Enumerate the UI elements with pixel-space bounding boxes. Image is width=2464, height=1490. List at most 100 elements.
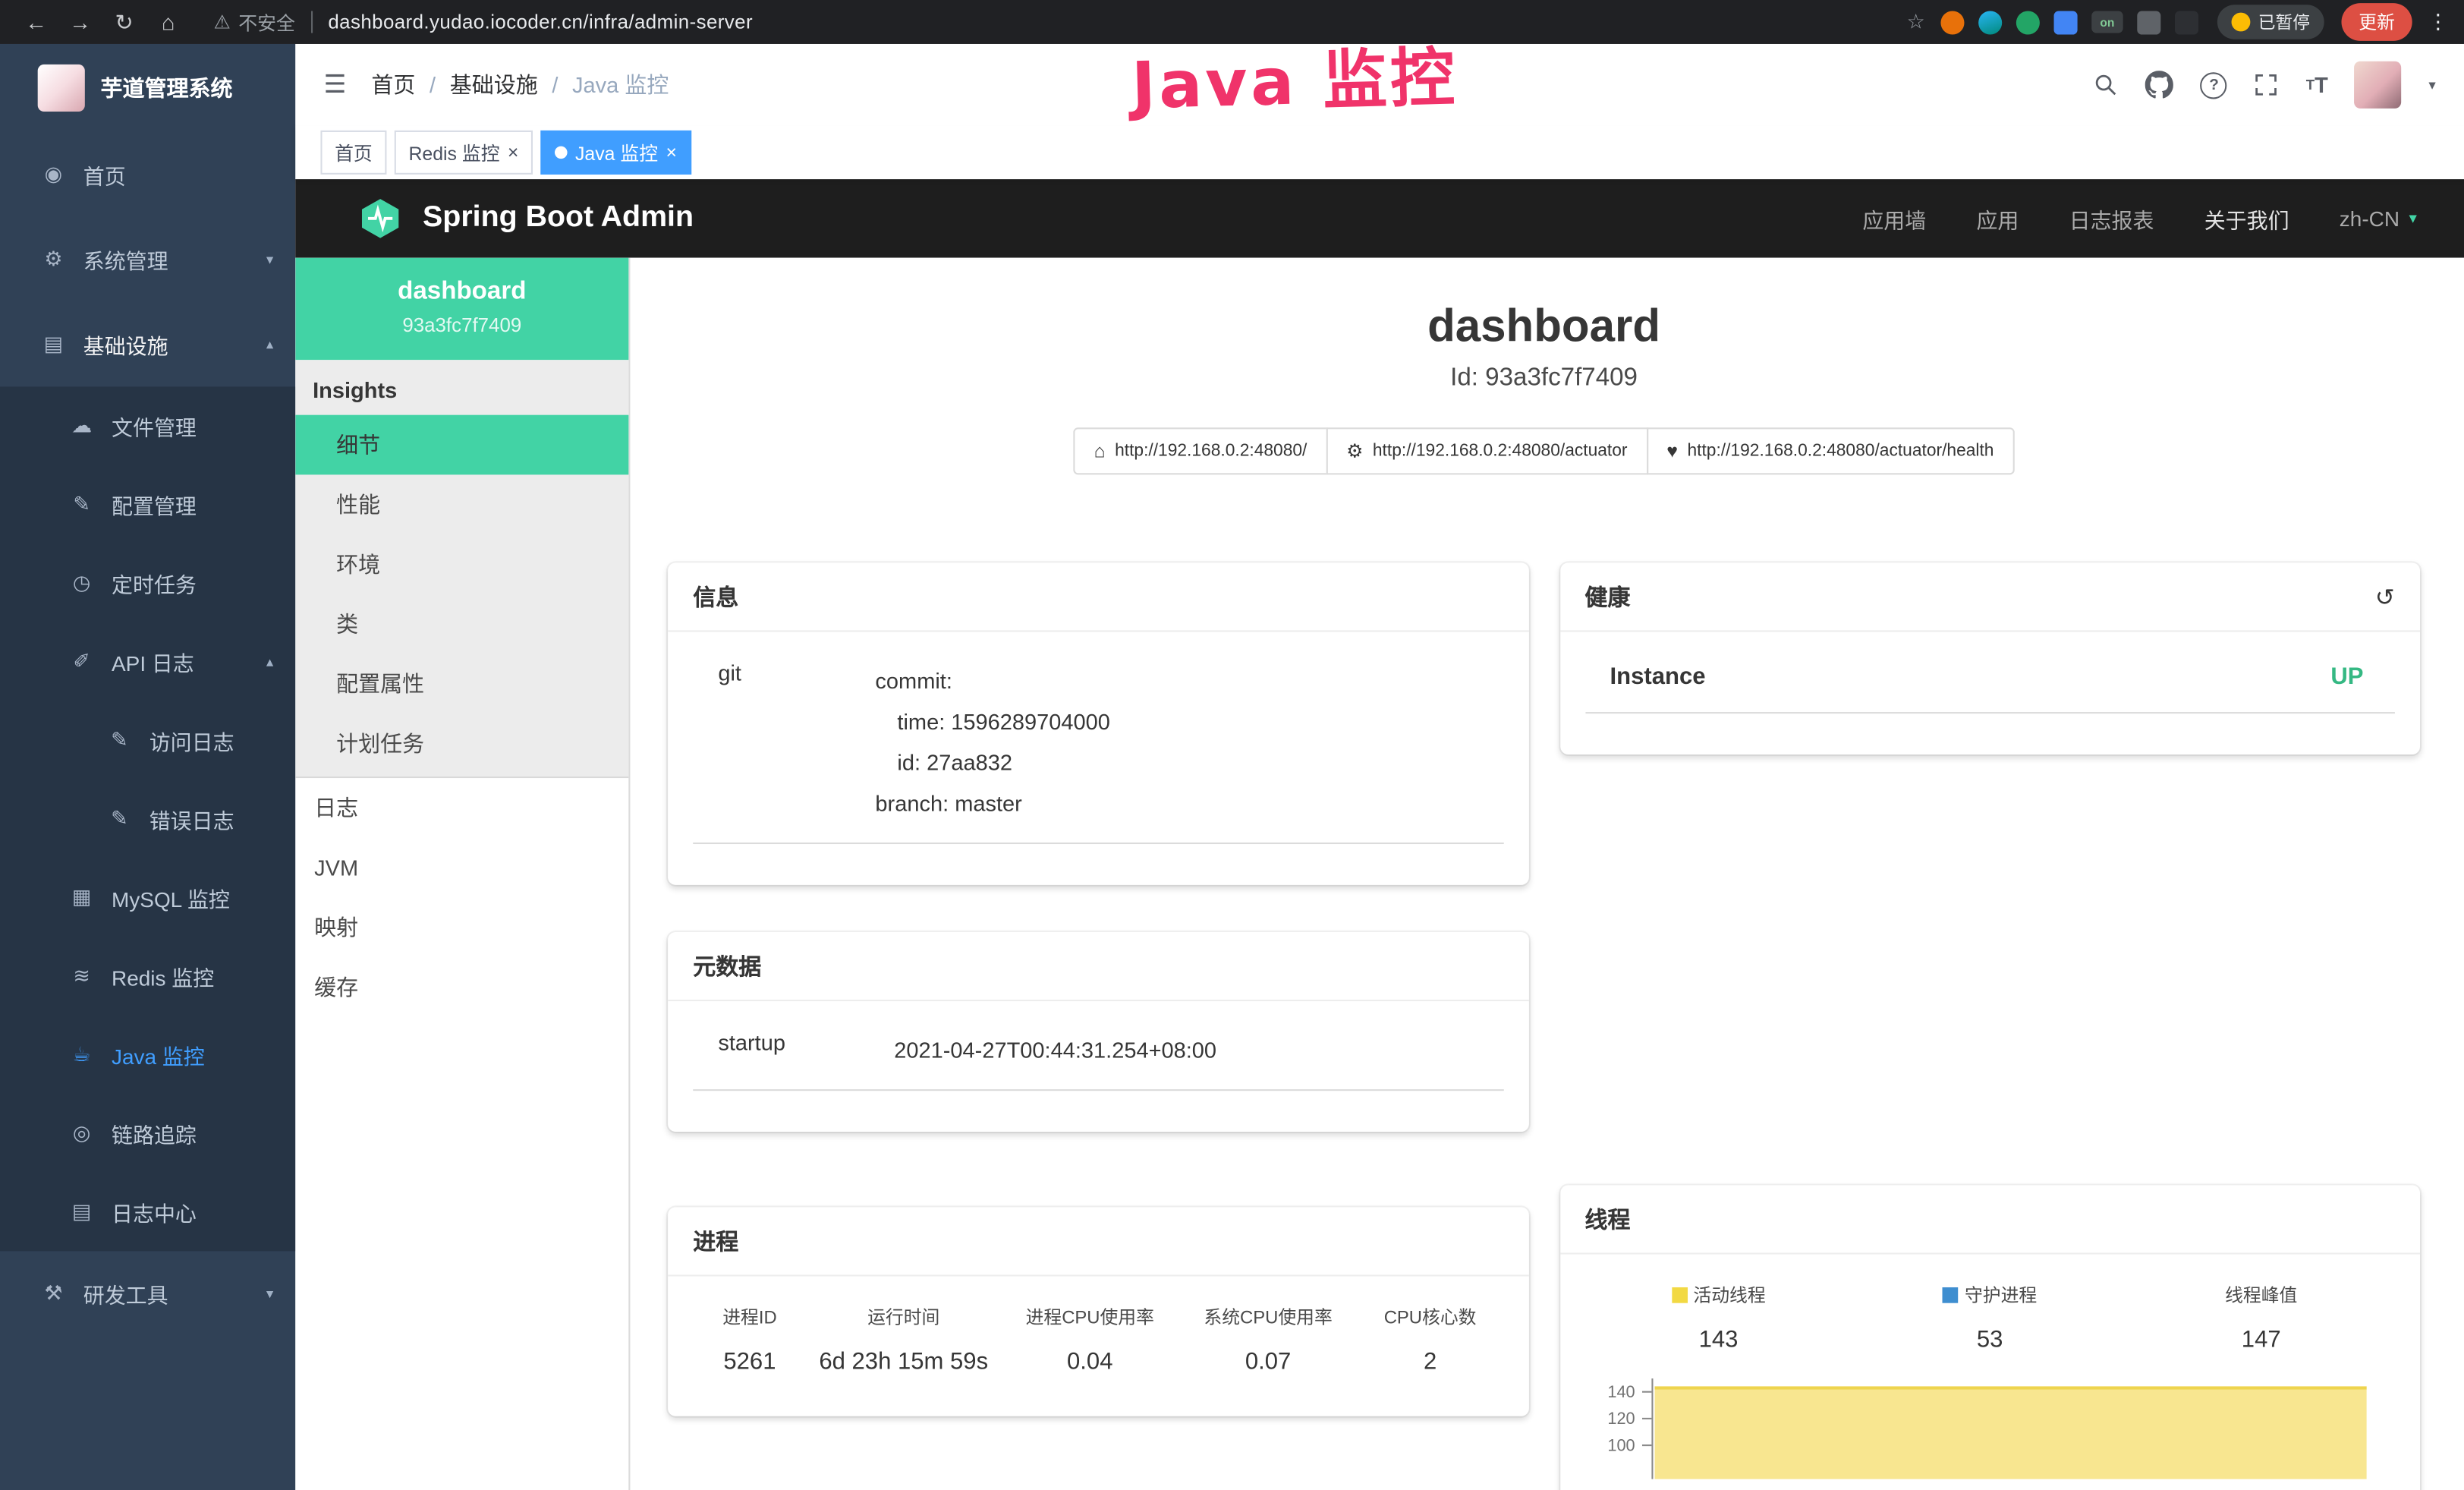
heart-icon: ♥ <box>1666 440 1678 462</box>
redis-icon: ≋ <box>66 963 97 988</box>
sidebar-item-api-log[interactable]: ✐ API 日志 ▴ <box>0 622 295 701</box>
extension-icon[interactable] <box>2054 10 2078 33</box>
instance-actuator-link[interactable]: ⚙ http://192.168.0.2:48080/actuator <box>1326 427 1647 474</box>
legend-peak-threads: 线程峰值 <box>2128 1283 2395 1308</box>
chevron-down-icon: ▾ <box>266 1285 273 1303</box>
github-icon[interactable] <box>2145 71 2173 99</box>
user-avatar[interactable] <box>2355 61 2402 109</box>
menu-label: 定时任务 <box>112 568 197 599</box>
tags-view-bar: 首页 Redis 监控 × Java 监控 × <box>295 126 2464 179</box>
browser-menu-kebab-icon[interactable]: ⋮ <box>2428 9 2448 34</box>
extension-icon[interactable] <box>1940 10 1964 33</box>
sidebar-item-error-log[interactable]: ✎ 错误日志 <box>0 780 295 858</box>
extension-icon[interactable] <box>2016 10 2040 33</box>
sba-menu-jvm[interactable]: JVM <box>295 838 628 898</box>
insights-group-title: Insights <box>295 360 628 414</box>
sidebar-item-system-mgmt[interactable]: ⚙ 系统管理 ▾ <box>0 217 295 302</box>
extension-on-switch-icon[interactable]: on <box>2091 11 2123 33</box>
extension-puzzle-icon[interactable] <box>2175 10 2198 33</box>
history-icon[interactable]: ↺ <box>2375 582 2395 610</box>
chevron-up-icon: ▴ <box>266 335 273 353</box>
sba-locale-select[interactable]: zh-CN ▾ <box>2340 206 2417 230</box>
paused-label: 已暂停 <box>2258 9 2310 34</box>
sidebar-item-tracing[interactable]: ◎ 链路追踪 <box>0 1094 295 1173</box>
bookmark-star-icon[interactable]: ☆ <box>1907 9 1925 34</box>
sidebar-item-access-log[interactable]: ✎ 访问日志 <box>0 701 295 780</box>
sidebar-item-log-center[interactable]: ▤ 日志中心 <box>0 1173 295 1252</box>
paused-extension-badge[interactable]: 已暂停 <box>2217 5 2324 39</box>
forward-icon[interactable]: → <box>60 9 101 34</box>
extension-icon[interactable] <box>2137 10 2160 33</box>
insights-group: Insights 细节 性能 环境 类 配置属性 计划任务 <box>295 360 628 778</box>
user-menu-caret-icon[interactable]: ▾ <box>2428 76 2435 93</box>
sba-nav-wallboard[interactable]: 应用墙 <box>1862 203 1926 234</box>
home-icon[interactable]: ⌂ <box>148 9 189 34</box>
git-value: commit: time: 1596289704000 id: 27aa832 … <box>875 660 1503 824</box>
threads-card-title: 线程 <box>1584 1202 1630 1235</box>
search-icon[interactable] <box>2094 72 2119 97</box>
sidebar-item-config-mgmt[interactable]: ✎ 配置管理 <box>0 465 295 544</box>
fullscreen-icon[interactable] <box>2254 72 2279 97</box>
back-icon[interactable]: ← <box>16 9 57 34</box>
sba-menu-mappings[interactable]: 映射 <box>295 897 628 957</box>
navbar-actions: ? TT ▾ <box>2094 61 2436 109</box>
blue-swatch-icon <box>1943 1287 1959 1303</box>
sba-main-content: dashboard Id: 93a3fc7f7409 ⌂ http://192.… <box>630 258 2464 1490</box>
address-bar-url[interactable]: dashboard.yudao.iocoder.cn/infra/admin-s… <box>328 11 753 33</box>
instance-name: dashboard <box>308 279 616 307</box>
sba-menu-config-props[interactable]: 配置属性 <box>295 654 628 713</box>
sidebar-item-infrastructure[interactable]: ▤ 基础设施 ▴ <box>0 302 295 387</box>
metadata-card-title: 元数据 <box>693 950 761 982</box>
help-icon[interactable]: ? <box>2201 71 2227 98</box>
tab-redis-monitor[interactable]: Redis 监控 × <box>395 131 533 175</box>
breadcrumb-infrastructure[interactable]: 基础设施 <box>415 69 537 100</box>
threads-chart: 140 120 100 <box>1584 1378 2382 1479</box>
menu-label: 文件管理 <box>112 410 197 441</box>
tab-close-icon[interactable]: × <box>508 143 519 162</box>
instance-health-link[interactable]: ♥ http://192.168.0.2:48080/actuator/heal… <box>1646 427 2014 474</box>
threads-chart-yaxis: 140 120 100 <box>1584 1378 1651 1479</box>
startup-value: 2021-04-27T00:44:31.254+08:00 <box>894 1029 1503 1070</box>
sba-menu-logs[interactable]: 日志 <box>295 778 628 838</box>
sba-menu-caches[interactable]: 缓存 <box>295 957 628 1017</box>
sba-menu-details[interactable]: 细节 <box>295 415 628 475</box>
sba-nav-journal[interactable]: 日志报表 <box>2069 203 2154 234</box>
sidebar-item-scheduled-jobs[interactable]: ◷ 定时任务 <box>0 543 295 622</box>
sba-nav-applications[interactable]: 应用 <box>1976 203 2019 234</box>
breadcrumb-home[interactable]: 首页 <box>371 69 415 100</box>
sba-menu-scheduled-tasks[interactable]: 计划任务 <box>295 713 628 773</box>
home-icon: ⌂ <box>1094 440 1106 462</box>
sidebar-item-mysql-monitor[interactable]: ▦ MySQL 监控 <box>0 858 295 937</box>
sba-menu-metrics[interactable]: 性能 <box>295 474 628 534</box>
cpu-cores-value: 2 <box>1358 1349 1503 1375</box>
sba-menu-environment[interactable]: 环境 <box>295 534 628 594</box>
sba-nav-about[interactable]: 关于我们 <box>2204 203 2289 234</box>
sba-menu-classes[interactable]: 类 <box>295 594 628 654</box>
tab-label: 首页 <box>335 139 373 165</box>
sidebar-item-redis-monitor[interactable]: ≋ Redis 监控 <box>0 937 295 1016</box>
sidebar-item-home[interactable]: ◉ 首页 <box>0 132 295 217</box>
app-logo[interactable]: 芋道管理系统 <box>0 44 295 132</box>
sidebar-toggle-icon[interactable]: ☰ <box>324 69 347 100</box>
sba-header: Spring Boot Admin 应用墙 应用 日志报表 关于我们 zh-CN… <box>295 179 2464 258</box>
chevron-up-icon: ▴ <box>266 653 273 670</box>
instance-header[interactable]: dashboard 93a3fc7f7409 <box>295 258 628 361</box>
menu-label: 首页 <box>83 159 126 190</box>
tab-java-monitor[interactable]: Java 监控 × <box>540 131 691 175</box>
site-security-chip[interactable]: ⚠ 不安全 <box>214 8 295 35</box>
extension-icon[interactable] <box>1978 10 2002 33</box>
process-table: 进程ID 运行时间 进程CPU使用率 系统CPU使用率 CPU核心数 5261 … <box>693 1298 1503 1375</box>
uptime-value: 6d 23h 15m 59s <box>807 1349 1001 1375</box>
menu-label: 系统管理 <box>83 244 168 275</box>
target-icon: ◎ <box>66 1120 97 1145</box>
tab-close-icon[interactable]: × <box>666 143 677 162</box>
wrench-icon: ⚙ <box>1346 440 1363 462</box>
sidebar-item-file-mgmt[interactable]: ☁ 文件管理 <box>0 386 295 465</box>
tab-home[interactable]: 首页 <box>320 131 386 175</box>
browser-update-button[interactable]: 更新 <box>2341 3 2412 41</box>
reload-icon[interactable]: ↻ <box>104 8 145 35</box>
instance-home-link[interactable]: ⌂ http://192.168.0.2:48080/ <box>1074 427 1328 474</box>
font-size-icon[interactable]: TT <box>2306 72 2328 97</box>
sidebar-item-dev-tools[interactable]: ⚒ 研发工具 ▾ <box>0 1251 295 1336</box>
sidebar-item-java-monitor[interactable]: ☕ Java 监控 <box>0 1016 295 1095</box>
